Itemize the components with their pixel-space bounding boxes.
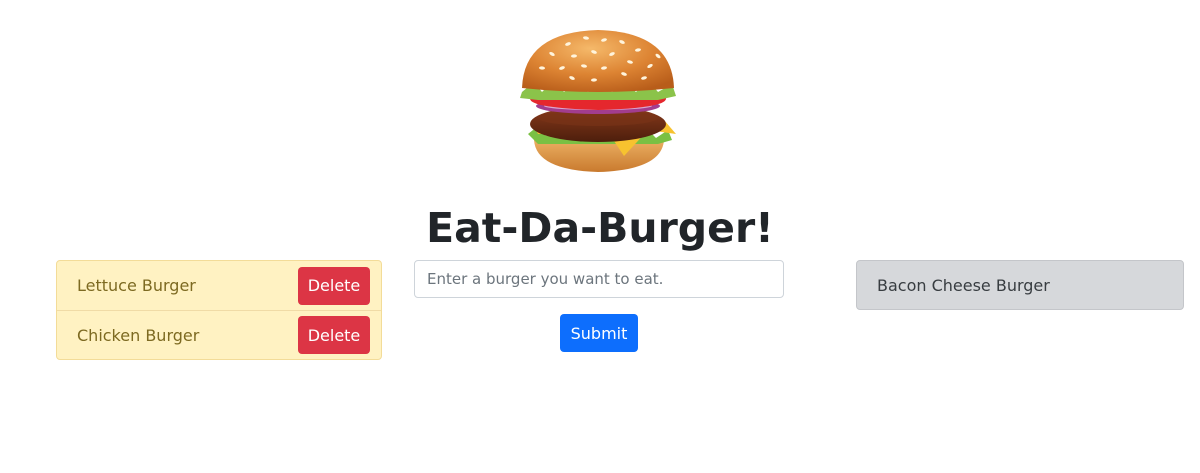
burger-icon [520,30,676,172]
list-item: Lettuce Burger Delete [57,261,381,310]
delete-button[interactable]: Delete [298,266,370,305]
uneaten-burger-list: Lettuce Burger Delete Chicken Burger Del… [56,260,382,360]
burger-name: Lettuce Burger [77,276,196,295]
burger-name-input[interactable] [414,260,784,298]
delete-button[interactable]: Delete [298,316,370,354]
submit-button[interactable]: Submit [560,314,638,352]
eaten-burger-list: Bacon Cheese Burger [856,260,1184,310]
page-title: Eat-Da-Burger! [426,204,774,252]
burger-name: Chicken Burger [77,325,200,345]
list-item: Bacon Cheese Burger [857,261,1183,309]
burger-name: Bacon Cheese Burger [877,275,1050,295]
list-item: Chicken Burger Delete [57,310,381,359]
